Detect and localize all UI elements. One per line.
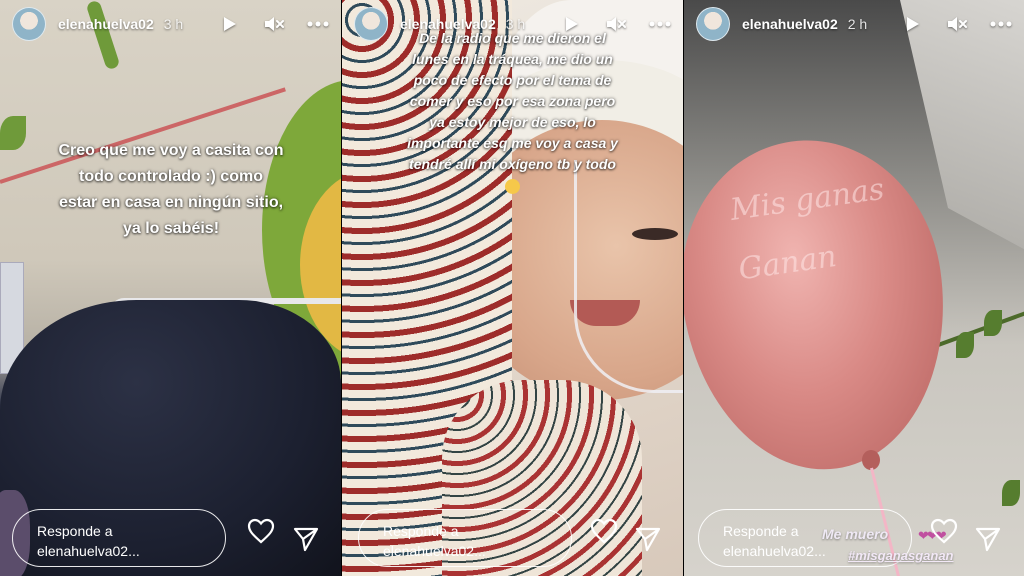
wall-leaf (956, 332, 974, 358)
reply-placeholder-line1: Responde a (383, 523, 459, 539)
reply-input[interactable]: Responde a elenahuelva02... (358, 509, 572, 567)
story-panel-1[interactable]: elenahuelva02 3 h Creo que me voy a casi… (0, 0, 341, 576)
username[interactable]: elenahuelva02 (58, 16, 154, 32)
heart-icon[interactable] (930, 518, 958, 544)
wall-leaf (984, 310, 1002, 336)
avatar[interactable] (12, 7, 46, 41)
wall-leaf (0, 116, 26, 150)
send-icon[interactable] (974, 526, 1002, 552)
reply-input[interactable]: Responde a elenahuelva02... (12, 509, 226, 567)
story-panel-3[interactable]: Mis ganas Ganan elenahuelva02 2 h Respon… (684, 0, 1024, 576)
more-icon[interactable] (990, 13, 1012, 35)
reply-placeholder-line1: Responde a (37, 523, 113, 539)
balloon-writing: Mis ganas Ganan (726, 160, 896, 300)
sticker-text: Me muero (822, 526, 889, 542)
play-icon[interactable] (219, 13, 241, 35)
reply-placeholder-line2: elenahuelva02... (37, 543, 140, 559)
story-panel-2[interactable]: elenahuelva02 3 h De la radio que me die… (342, 0, 683, 576)
send-icon[interactable] (292, 526, 320, 552)
story-header: elenahuelva02 3 h (12, 6, 329, 42)
username[interactable]: elenahuelva02 (742, 16, 838, 32)
post-time: 2 h (847, 16, 868, 32)
send-icon[interactable] (634, 526, 662, 552)
heart-icon[interactable] (590, 518, 618, 544)
story-caption: De la radio que me dieron el lunes en la… (372, 28, 653, 196)
wall-leaf (1002, 480, 1020, 506)
hashtag-sticker[interactable]: #misganasganan (848, 548, 954, 563)
mute-icon[interactable] (263, 13, 285, 35)
post-time: 3 h (163, 16, 184, 32)
reply-placeholder-line2: elenahuelva02... (383, 543, 486, 559)
heart-icon[interactable] (247, 518, 275, 544)
story-caption-text: De la radio que me dieron el lunes en la… (407, 30, 618, 172)
more-icon[interactable] (307, 13, 329, 35)
story-header: elenahuelva02 2 h (696, 6, 1012, 42)
story-caption: Creo que me voy a casita con todo contro… (58, 142, 284, 237)
mute-icon[interactable] (946, 13, 968, 35)
smiling-face-emoji (505, 178, 520, 194)
avatar[interactable] (696, 7, 730, 41)
play-icon[interactable] (902, 13, 924, 35)
